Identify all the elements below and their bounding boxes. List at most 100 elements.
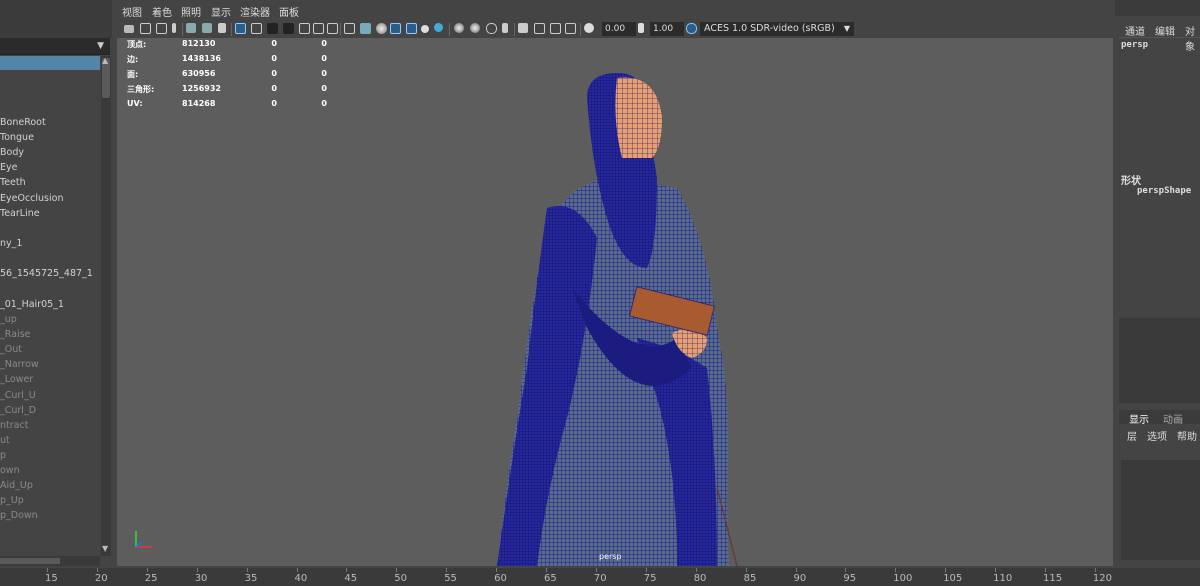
tab-object[interactable]: 对象 — [1185, 23, 1200, 53]
outliner-item[interactable]: _Out — [0, 344, 22, 355]
tab-display[interactable]: 显示 — [1129, 411, 1149, 426]
outliner-hscroll-thumb[interactable] — [0, 558, 60, 564]
menu-renderer[interactable]: 渲染器 — [240, 4, 270, 19]
camera-attributes-icon[interactable] — [140, 23, 151, 34]
outliner-item[interactable]: Aid_Up — [0, 480, 33, 491]
outliner-item[interactable]: Eye — [0, 162, 17, 173]
time-slider[interactable]: 15 20 25 30 35 40 45 50 55 60 65 70 75 80 85 90 95 100 105… — [0, 568, 1200, 586]
outliner-item[interactable]: _Lower — [0, 374, 33, 385]
outliner-item[interactable]: _Narrow — [0, 359, 39, 370]
bookmarks-icon[interactable] — [156, 23, 167, 34]
color-space-dropdown[interactable]: ACES 1.0 SDR-video (sRGB) ▼ — [700, 22, 854, 36]
layer-menu-layers[interactable]: 层 — [1127, 428, 1137, 443]
multisample-aa-icon[interactable] — [486, 23, 497, 34]
layer-menu-help[interactable]: 帮助 — [1177, 428, 1197, 443]
xray-active-icon[interactable] — [550, 23, 561, 34]
wireframe-cube-icon[interactable] — [344, 23, 355, 34]
2d-pan-zoom-icon[interactable] — [202, 23, 212, 33]
timeline-tick-label: 15 — [45, 573, 58, 584]
xray-icon[interactable] — [406, 23, 417, 34]
resolution-gate-icon[interactable] — [251, 23, 262, 34]
grease-pencil-icon[interactable] — [186, 23, 196, 33]
timeline-tick-label: 25 — [144, 573, 158, 584]
outliner-item[interactable]: p_Down — [0, 510, 38, 521]
outliner-item[interactable]: Tongue — [0, 132, 34, 143]
ambient-occlusion-icon[interactable] — [454, 23, 464, 33]
timeline-tick-mark — [595, 568, 597, 572]
menu-view[interactable]: 视图 — [122, 4, 142, 19]
film-gate-icon[interactable] — [218, 23, 226, 33]
outliner-item[interactable]: _up — [0, 314, 17, 325]
safe-title-icon[interactable] — [313, 23, 324, 34]
outliner-item[interactable]: _Curl_D — [0, 405, 36, 416]
viewport-persp[interactable]: 顶点: 812130 0 0 边: 1438136 0 0 面: 630956 0 0 三角形: 1256… — [117, 38, 1113, 566]
timeline-tick-mark — [995, 568, 997, 572]
exposure-field[interactable]: 0.00 — [602, 22, 636, 36]
color-management-icon[interactable] — [686, 23, 697, 34]
outliner-item[interactable]: p — [0, 450, 6, 461]
depth-of-field-icon[interactable] — [502, 23, 508, 33]
outliner-item[interactable]: TearLine — [0, 208, 40, 219]
default-material-icon[interactable] — [376, 23, 387, 34]
camera-icon[interactable] — [124, 25, 134, 33]
field-chart-icon[interactable] — [283, 23, 294, 34]
color-space-label: ACES 1.0 SDR-video (sRGB) — [704, 23, 835, 34]
hud-label: UV: — [127, 99, 143, 108]
safe-action-icon[interactable] — [299, 23, 310, 34]
toolbar-separator — [514, 23, 515, 36]
menu-shading[interactable]: 着色 — [152, 4, 172, 19]
timeline-tick-label: 50 — [394, 573, 408, 584]
timeline-tick-label: 20 — [94, 573, 108, 584]
tab-animation[interactable]: 动画 — [1163, 411, 1183, 426]
shape-name[interactable]: perspShape — [1137, 186, 1191, 196]
outliner-item[interactable]: Body — [0, 147, 24, 158]
scroll-up-icon[interactable]: ▲ — [102, 56, 108, 65]
outliner-item[interactable]: p_Up — [0, 495, 24, 506]
lights-icon[interactable] — [421, 25, 429, 33]
outliner-item[interactable]: ut — [0, 435, 10, 446]
layer-menu-options[interactable]: 选项 — [1147, 428, 1167, 443]
text-icon[interactable] — [327, 23, 338, 34]
xray-joints-icon[interactable] — [534, 23, 545, 34]
timeline-tick-label: 35 — [244, 573, 258, 584]
outliner-item[interactable]: BoneRoot — [0, 117, 46, 128]
exposure-icon[interactable] — [584, 23, 594, 33]
smooth-shade-icon[interactable] — [360, 23, 371, 34]
scroll-down-icon[interactable]: ▼ — [102, 544, 108, 553]
grid-icon[interactable] — [235, 23, 246, 34]
tab-channels[interactable]: 通道 — [1125, 23, 1145, 38]
motion-blur-icon[interactable] — [470, 23, 480, 33]
outliner-item[interactable]: ntract — [0, 420, 28, 431]
timeline-tick-label: 75 — [643, 573, 657, 584]
wireframe-on-shaded-icon[interactable] — [390, 23, 401, 34]
hud-sel: 0 — [271, 54, 277, 63]
outliner-item[interactable]: Teeth — [0, 177, 26, 188]
outliner-filter-dropdown[interactable]: ▼ — [0, 38, 110, 55]
menu-lighting[interactable]: 照明 — [181, 4, 201, 19]
shadows-icon[interactable] — [434, 23, 443, 32]
outliner-item[interactable]: _01_Hair05_1 — [0, 299, 64, 310]
timeline-tick-mark — [845, 568, 847, 572]
outliner-item[interactable]: 56_1545725_487_1 — [0, 268, 93, 279]
hud-icon[interactable] — [565, 23, 576, 34]
outliner-item[interactable]: ny_1 — [0, 238, 22, 249]
outliner-item[interactable]: EyeOcclusion — [0, 193, 63, 204]
outliner-scrollbar[interactable] — [101, 56, 111, 556]
timeline-tick-mark — [246, 568, 248, 572]
object-name[interactable]: persp — [1121, 40, 1148, 50]
timeline-tick-label: 80 — [693, 573, 707, 584]
outliner-item[interactable]: _Raise — [0, 329, 30, 340]
menu-show[interactable]: 显示 — [211, 4, 231, 19]
timeline-tick-label: 30 — [194, 573, 208, 584]
outliner-item[interactable]: _Curl_U — [0, 390, 36, 401]
gate-mask-icon[interactable] — [267, 23, 278, 34]
isolate-select-icon[interactable] — [518, 23, 528, 33]
tab-edit[interactable]: 编辑 — [1155, 23, 1175, 38]
outliner-selected-row[interactable] — [0, 56, 100, 70]
menu-panels[interactable]: 面板 — [279, 4, 299, 19]
outliner-item[interactable]: own — [0, 465, 20, 476]
image-plane-icon[interactable] — [172, 23, 176, 33]
gamma-field[interactable]: 1.00 — [650, 22, 684, 36]
gamma-icon[interactable] — [638, 23, 644, 33]
timeline-tick-label: 110 — [993, 573, 1013, 584]
